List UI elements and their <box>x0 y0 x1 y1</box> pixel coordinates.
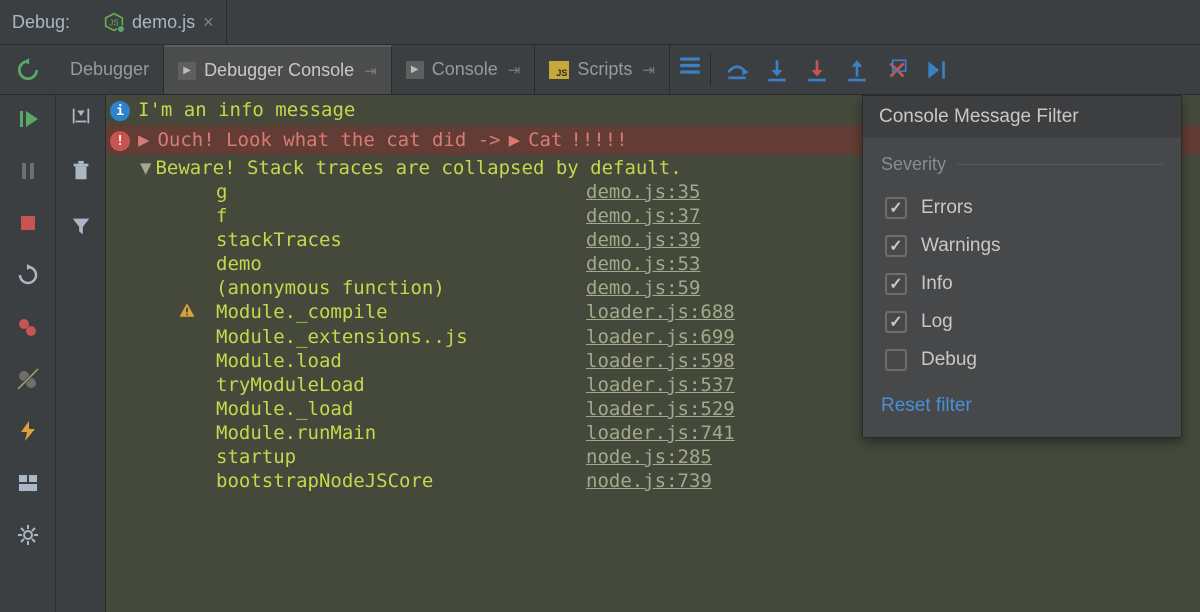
warning-icon <box>178 398 216 420</box>
step-out-icon[interactable] <box>837 50 877 90</box>
tab-debugger-console[interactable]: Debugger Console ⇥ <box>164 45 392 94</box>
stack-frame-function: f <box>216 205 586 227</box>
mute-breakpoints-icon[interactable] <box>10 361 46 397</box>
file-tab[interactable]: JS demo.js × <box>92 0 227 44</box>
tab-debugger[interactable]: Debugger <box>56 45 164 94</box>
pin-icon[interactable]: ⇥ <box>642 61 655 79</box>
error-object: Cat <box>528 129 562 151</box>
warning-icon <box>178 229 216 251</box>
file-tab-label: demo.js <box>132 12 195 33</box>
clear-icon[interactable] <box>70 160 92 187</box>
warning-icon <box>178 374 216 396</box>
checkbox-errors[interactable] <box>885 197 907 219</box>
stack-frame-function: stackTraces <box>216 229 586 251</box>
info-message: I'm an info message <box>138 99 355 121</box>
layout-icon[interactable] <box>670 45 710 85</box>
stack-frame-link[interactable]: node.js:739 <box>586 470 1200 492</box>
warning-icon <box>178 205 216 227</box>
terminal-icon <box>178 62 196 80</box>
chevron-down-icon[interactable]: ▼ <box>140 157 151 179</box>
warning-icon <box>178 181 216 203</box>
restart-icon[interactable] <box>10 257 46 293</box>
nodejs-icon: JS <box>104 12 124 32</box>
warning-icon <box>178 277 216 299</box>
stack-frame-function: Module._compile <box>216 301 586 324</box>
terminal-icon <box>406 61 424 79</box>
rerun-icon[interactable] <box>8 50 48 90</box>
error-message-prefix: Ouch! Look what the cat did -> <box>157 129 500 151</box>
settings-icon[interactable] <box>10 517 46 553</box>
drop-frame-icon[interactable] <box>877 50 917 90</box>
filter-info-row[interactable]: Info <box>881 265 1163 303</box>
filter-popup-title: Console Message Filter <box>863 96 1181 138</box>
reset-filter-link[interactable]: Reset filter <box>881 395 1163 417</box>
pin-icon[interactable]: ⇥ <box>508 61 521 79</box>
console-filter-popup: Console Message Filter Severity Errors W… <box>862 95 1182 438</box>
stack-frame-function: tryModuleLoad <box>216 374 586 396</box>
warning-icon <box>178 422 216 444</box>
debug-label: Debug: <box>12 12 70 33</box>
expand-icon[interactable]: ▶ <box>138 129 149 151</box>
warning-icon <box>178 470 216 492</box>
stack-frame-function: startup <box>216 446 586 468</box>
filter-errors-row[interactable]: Errors <box>881 189 1163 227</box>
filter-icon[interactable] <box>70 215 92 242</box>
warning-icon <box>178 326 216 348</box>
stack-frame-function: demo <box>216 253 586 275</box>
stack-frame-function: g <box>216 181 586 203</box>
debug-sidebar <box>0 95 56 612</box>
resume-icon[interactable] <box>10 101 46 137</box>
filter-warnings-row[interactable]: Warnings <box>881 227 1163 265</box>
console-output: i I'm an info message ! ▶ Ouch! Look wha… <box>106 95 1200 612</box>
tab-console[interactable]: Console ⇥ <box>392 45 536 94</box>
stack-frame-function: Module._load <box>216 398 586 420</box>
stack-frame-function: (anonymous function) <box>216 277 586 299</box>
checkbox-log[interactable] <box>885 311 907 333</box>
close-icon[interactable]: × <box>203 12 214 33</box>
checkbox-info[interactable] <box>885 273 907 295</box>
stack-frame-link[interactable]: node.js:285 <box>586 446 1200 468</box>
stop-icon[interactable] <box>10 205 46 241</box>
force-step-into-icon[interactable] <box>797 50 837 90</box>
js-icon: JS <box>549 61 569 79</box>
error-suffix: !!!!! <box>570 129 627 151</box>
titlebar: Debug: JS demo.js × <box>0 0 1200 45</box>
stack-frame-function: Module.load <box>216 350 586 372</box>
pin-icon[interactable]: ⇥ <box>364 62 377 80</box>
stack-frame-function: Module.runMain <box>216 422 586 444</box>
debug-toolbar: Debugger Debugger Console ⇥ Console ⇥ JS… <box>0 45 1200 95</box>
filter-section-label: Severity <box>881 154 1163 175</box>
checkbox-warnings[interactable] <box>885 235 907 257</box>
run-to-cursor-icon[interactable] <box>917 50 957 90</box>
expand-icon[interactable]: ▶ <box>509 129 520 151</box>
info-badge-icon: i <box>110 101 130 121</box>
layout-config-icon[interactable] <box>10 465 46 501</box>
stack-frame-function: Module._extensions..js <box>216 326 586 348</box>
error-badge-icon: ! <box>110 131 130 151</box>
console-sidebar <box>56 95 106 612</box>
warning-icon <box>178 253 216 275</box>
tab-scripts[interactable]: JS Scripts ⇥ <box>535 45 670 94</box>
step-over-icon[interactable] <box>717 50 757 90</box>
pause-icon[interactable] <box>10 153 46 189</box>
filter-debug-row[interactable]: Debug <box>881 341 1163 379</box>
filter-log-row[interactable]: Log <box>881 303 1163 341</box>
scroll-to-end-icon[interactable] <box>70 105 92 132</box>
step-into-icon[interactable] <box>757 50 797 90</box>
warning-icon <box>178 350 216 372</box>
warning-icon <box>178 301 216 324</box>
view-breakpoints-icon[interactable] <box>10 309 46 345</box>
stack-frame-function: bootstrapNodeJSCore <box>216 470 586 492</box>
lightning-icon[interactable] <box>10 413 46 449</box>
checkbox-debug[interactable] <box>885 349 907 371</box>
warning-icon <box>178 446 216 468</box>
